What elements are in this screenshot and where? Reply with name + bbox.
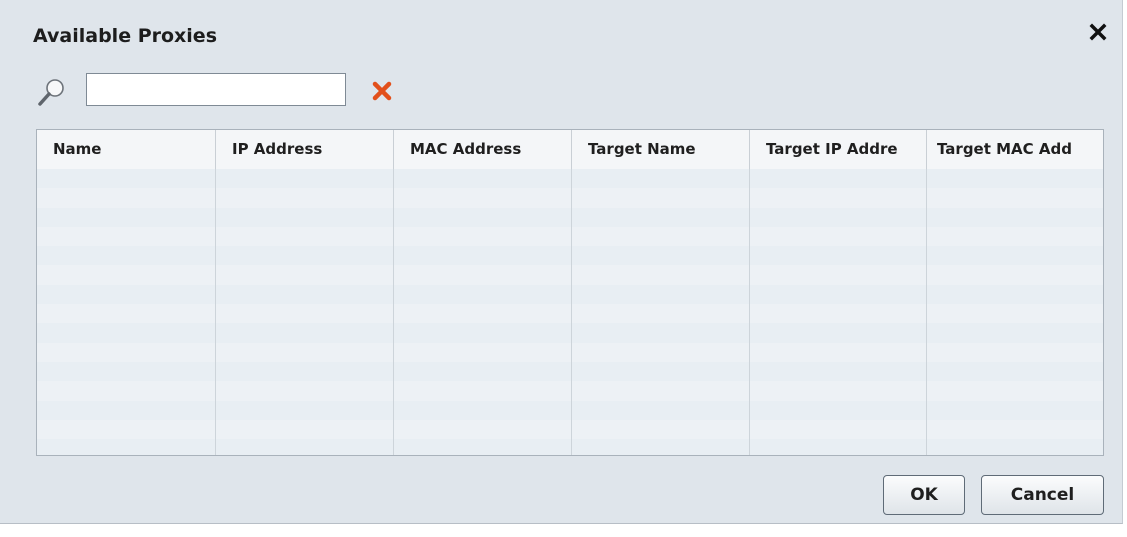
column-divider bbox=[749, 169, 750, 455]
empty-table-row bbox=[37, 381, 1103, 401]
proxies-table: Name IP Address MAC Address Target Name … bbox=[36, 129, 1104, 456]
dialog-title: Available Proxies bbox=[33, 25, 218, 47]
cancel-button[interactable]: Cancel bbox=[981, 475, 1104, 515]
column-divider bbox=[393, 169, 394, 455]
column-divider bbox=[571, 169, 572, 455]
empty-table-row bbox=[37, 207, 1103, 227]
column-divider bbox=[215, 169, 216, 455]
search-icon bbox=[38, 79, 64, 106]
column-header-ip-address[interactable]: IP Address bbox=[215, 130, 393, 169]
empty-table-row bbox=[37, 169, 1103, 189]
empty-table-row bbox=[37, 304, 1103, 324]
column-header-mac-address[interactable]: MAC Address bbox=[393, 130, 571, 169]
empty-table-row bbox=[37, 439, 1103, 455]
ok-button[interactable]: OK bbox=[883, 475, 965, 515]
table-header: Name IP Address MAC Address Target Name … bbox=[37, 130, 1103, 170]
empty-table-row bbox=[37, 323, 1103, 343]
column-header-name[interactable]: Name bbox=[37, 130, 215, 169]
table-body bbox=[37, 169, 1103, 455]
empty-table-row bbox=[37, 265, 1103, 285]
empty-table-row bbox=[37, 419, 1103, 440]
column-divider bbox=[926, 169, 927, 455]
column-header-target-name[interactable]: Target Name bbox=[571, 130, 749, 169]
empty-table-row bbox=[37, 188, 1103, 208]
close-icon[interactable] bbox=[1086, 20, 1110, 44]
empty-table-row bbox=[37, 246, 1103, 266]
clear-icon[interactable] bbox=[371, 80, 393, 102]
column-header-target-ip-address[interactable]: Target IP Addre bbox=[749, 130, 927, 169]
search-input[interactable] bbox=[86, 73, 346, 106]
empty-table-row bbox=[37, 226, 1103, 247]
empty-table-row bbox=[37, 284, 1103, 305]
empty-table-row bbox=[37, 400, 1103, 420]
column-header-target-mac-address[interactable]: Target MAC Add bbox=[926, 130, 1103, 169]
empty-table-row bbox=[37, 361, 1103, 382]
empty-table-row bbox=[37, 342, 1103, 362]
available-proxies-dialog: Available Proxies Name IP Address MAC Ad… bbox=[0, 0, 1123, 524]
